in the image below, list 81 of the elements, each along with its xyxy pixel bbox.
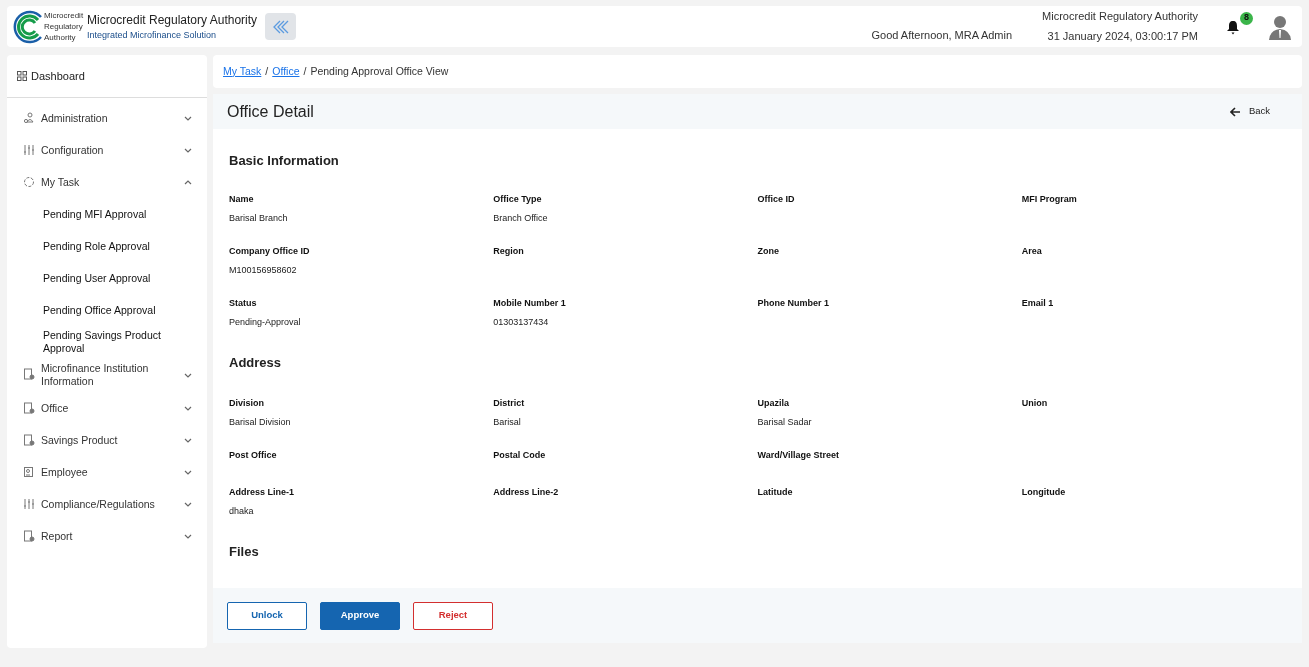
field-value: Barisal Sadar xyxy=(757,415,812,429)
breadcrumb-separator: / xyxy=(265,63,269,79)
field-label: Zone xyxy=(757,245,779,258)
section-title: Address xyxy=(229,354,283,372)
greeting-text: Good Afternoon, MRA Admin xyxy=(871,28,1013,44)
page-title: Office Detail xyxy=(227,101,314,122)
submenu-item[interactable]: Pending Role Approval xyxy=(43,230,197,262)
breadcrumb-link[interactable]: My Task xyxy=(223,63,262,80)
field-label: Name xyxy=(229,193,254,206)
field-value: Barisal Branch xyxy=(229,211,288,225)
field-label: MFI Program xyxy=(1021,193,1077,206)
sidebar-item[interactable]: Compliance/Regulations xyxy=(7,488,207,520)
section-title: Basic Information xyxy=(229,152,340,170)
dashboard-icon xyxy=(17,71,27,81)
field-label: Email 1 xyxy=(1021,297,1054,310)
field-label: Post Office xyxy=(229,449,277,462)
user-group-icon xyxy=(23,112,35,124)
app-title: Microcredit Regulatory Authority xyxy=(87,11,258,28)
section-title: Files xyxy=(229,543,260,561)
organization-name: Microcredit Regulatory Authority xyxy=(1042,9,1198,24)
sidebar-item[interactable]: My Task xyxy=(7,166,207,198)
field-label: Longitude xyxy=(1021,486,1066,499)
date-time: 31 January 2024, 03:00:17 PM xyxy=(1047,29,1198,44)
collapse-sidebar-button[interactable] xyxy=(265,13,297,40)
document-icon xyxy=(23,530,35,542)
avatar-icon[interactable] xyxy=(1268,13,1292,40)
submenu-item[interactable]: Pending MFI Approval xyxy=(43,198,197,230)
field-label: Office ID xyxy=(757,193,795,206)
field-label: Status xyxy=(229,297,257,310)
field-value: dhaka xyxy=(229,504,254,518)
document-icon xyxy=(23,402,35,414)
sidebar-item[interactable]: Administration xyxy=(7,102,207,134)
field-label: District xyxy=(493,397,525,410)
field-value: 01303137434 xyxy=(493,315,549,329)
field-label: Phone Number 1 xyxy=(757,297,829,310)
field-value: Barisal Division xyxy=(229,415,291,429)
field-label: Division xyxy=(229,397,264,410)
field-label: Mobile Number 1 xyxy=(493,297,566,310)
notification-count: 8 xyxy=(1240,11,1253,25)
sidebar-item[interactable]: Savings Product xyxy=(7,424,207,456)
field-label: Company Office ID xyxy=(229,245,310,258)
field-label: Address Line-1 xyxy=(229,486,295,499)
sidebar-item[interactable]: Report xyxy=(7,520,207,552)
dashboard-link[interactable]: Dashboard xyxy=(31,67,85,85)
field-label: Ward/Village Street xyxy=(757,449,840,462)
sidebar-item[interactable]: Employee xyxy=(7,456,207,488)
spinner-icon xyxy=(23,176,35,188)
sliders-icon xyxy=(23,498,35,510)
breadcrumb-current: Pending Approval Office View xyxy=(310,63,449,79)
back-button[interactable]: Back xyxy=(1229,104,1270,119)
sidebar-item[interactable]: Configuration xyxy=(7,134,207,166)
sliders-icon xyxy=(23,144,35,156)
field-value: Pending-Approval xyxy=(229,315,301,329)
action-button[interactable]: Unlock xyxy=(227,601,307,630)
field-label: Latitude xyxy=(757,486,793,499)
field-label: Postal Code xyxy=(493,449,546,462)
field-value: Barisal xyxy=(493,415,521,429)
submenu-item[interactable]: Pending Savings Product Approval xyxy=(43,326,197,358)
breadcrumb-separator: / xyxy=(303,63,307,79)
document-icon xyxy=(23,368,35,380)
field-label: Area xyxy=(1021,245,1042,258)
app-subtitle: Integrated Microfinance Solution xyxy=(87,28,218,42)
id-card-icon xyxy=(23,466,35,478)
field-label: Upazila xyxy=(757,397,789,410)
field-label: Office Type xyxy=(493,193,542,206)
sidebar-item[interactable]: Office xyxy=(7,392,207,424)
breadcrumb-link[interactable]: Office xyxy=(272,63,300,80)
action-button[interactable]: Approve xyxy=(320,601,400,630)
field-label: Region xyxy=(493,245,524,258)
action-button[interactable]: Reject xyxy=(413,601,493,630)
submenu-item[interactable]: Pending Office Approval xyxy=(43,294,197,326)
field-value: Branch Office xyxy=(493,211,548,225)
sidebar-item[interactable]: Microfinance Institution Information xyxy=(7,358,207,392)
document-icon xyxy=(23,434,35,446)
field-value: M100156958602 xyxy=(229,263,297,277)
arrow-left-icon xyxy=(1229,106,1241,117)
field-label: Address Line-2 xyxy=(493,486,559,499)
field-label: Union xyxy=(1021,397,1048,410)
notifications-button[interactable] xyxy=(1226,19,1240,36)
double-chevron-left-icon xyxy=(271,19,290,34)
submenu-item[interactable]: Pending User Approval xyxy=(43,262,197,294)
